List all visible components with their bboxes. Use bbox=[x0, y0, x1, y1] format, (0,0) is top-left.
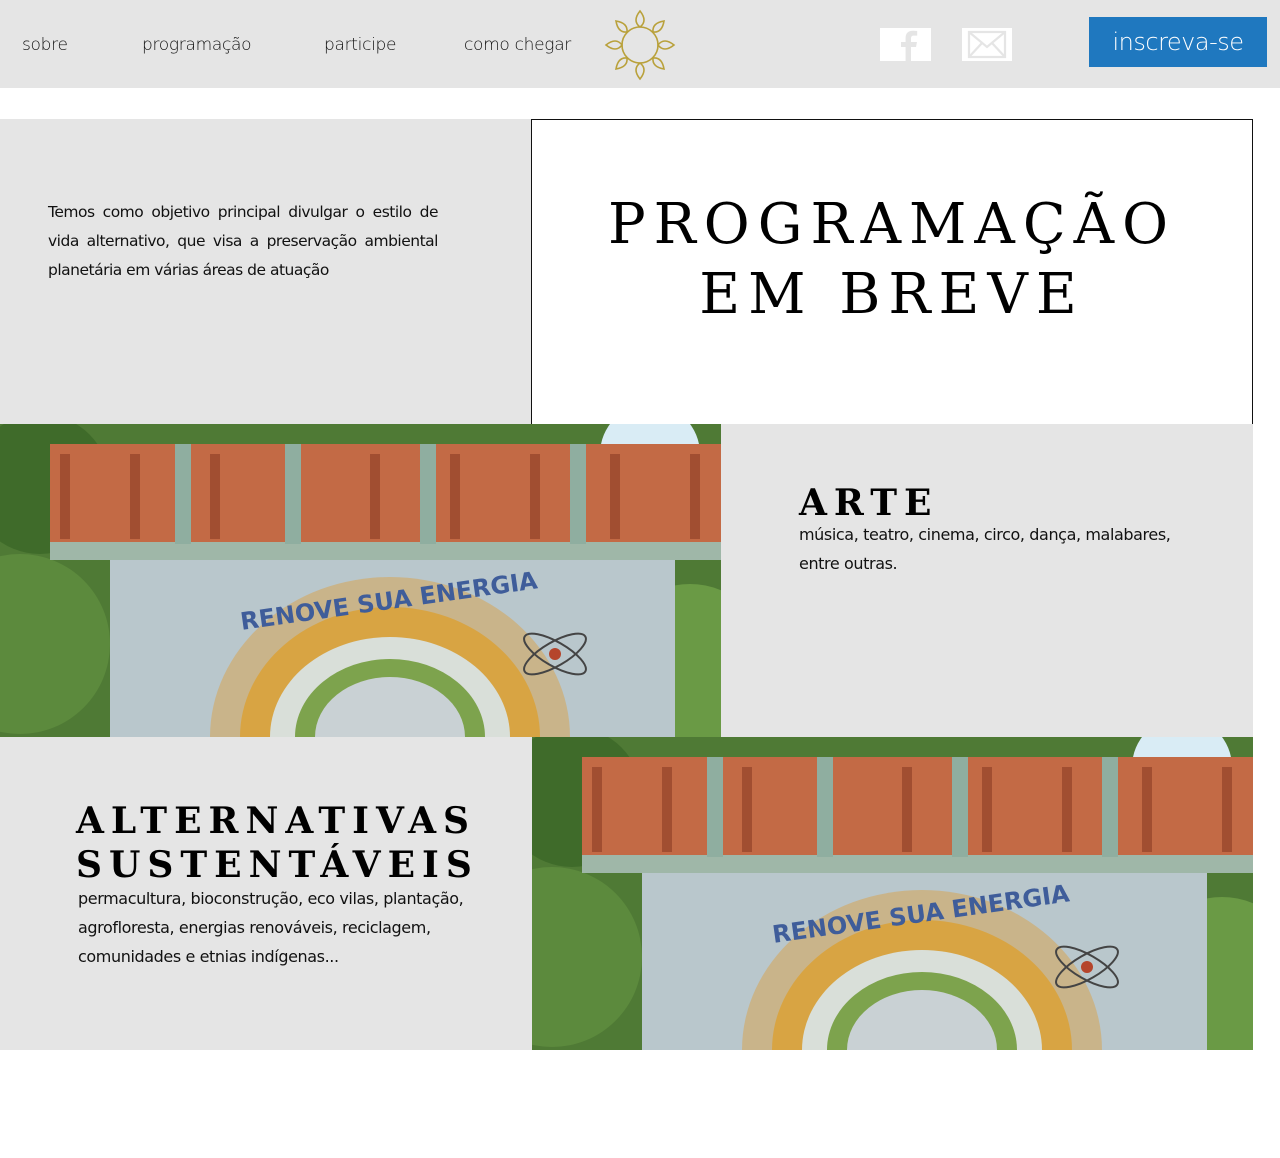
alternativas-description: permacultura, bioconstrução, eco vilas, … bbox=[78, 889, 464, 966]
top-nav-bar: sobre programação participe como chegar bbox=[0, 0, 1280, 88]
headline-line-1: PROGRAMAÇÃO bbox=[607, 192, 1177, 257]
alternativas-title-line-2: SUSTENTÁVEIS bbox=[76, 844, 479, 886]
mural-photo-1: RENOVE SUA ENERGIA bbox=[0, 424, 721, 737]
headline-line-2: EM BREVE bbox=[699, 262, 1085, 327]
headline-box: PROGRAMAÇÃO EM BREVE bbox=[531, 119, 1253, 425]
envelope-icon[interactable] bbox=[962, 28, 1012, 61]
mural-photo-2: RENOVE SUA ENERGIA bbox=[532, 737, 1253, 1050]
nav-link-como-chegar[interactable]: como chegar bbox=[464, 35, 571, 55]
nav-link-programacao[interactable]: programação bbox=[142, 35, 252, 55]
arte-panel bbox=[721, 424, 1253, 737]
signup-button[interactable]: inscreva-se bbox=[1089, 17, 1267, 67]
arte-description: música, teatro, cinema, circo, dança, ma… bbox=[799, 525, 1171, 573]
arte-title: ARTE bbox=[799, 482, 939, 524]
lotus-mandala-icon[interactable] bbox=[604, 9, 676, 81]
nav-link-sobre[interactable]: sobre bbox=[22, 35, 68, 55]
alternativas-title: ALTERNATIVAS SUSTENTÁVEIS bbox=[76, 799, 479, 887]
alternativas-title-line-1: ALTERNATIVAS bbox=[76, 800, 477, 842]
nav-link-participe[interactable]: participe bbox=[324, 35, 397, 55]
facebook-icon[interactable] bbox=[880, 28, 931, 61]
intro-text: Temos como objetivo principal divulgar o… bbox=[48, 203, 439, 279]
page-title: PROGRAMAÇÃO EM BREVE bbox=[532, 190, 1252, 330]
